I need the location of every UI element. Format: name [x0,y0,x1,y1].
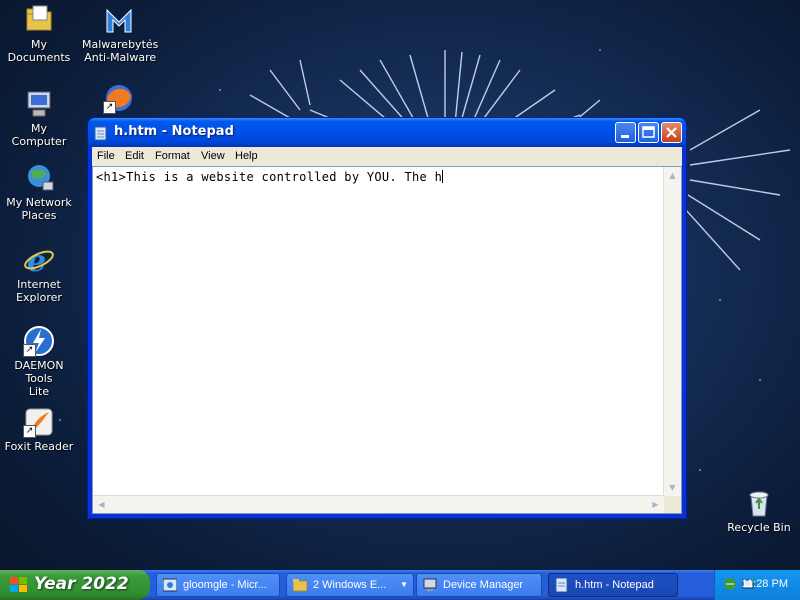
desktop-icon-label-line2: Places [21,209,57,222]
desktop-icon-my-network-places[interactable]: My Network Places [0,162,78,222]
desktop-icon-label-line1: DAEMON Tools [14,359,64,385]
menu-file[interactable]: File [97,150,115,162]
tray-network-icon[interactable] [723,577,737,594]
scroll-up-arrow-icon[interactable]: ▲ [664,167,681,184]
foxit-reader-icon: ↗ [23,406,55,438]
notepad-window[interactable]: h.htm - Notepad File Edit Format View He… [88,118,686,518]
close-icon [666,127,677,138]
menu-help[interactable]: Help [235,150,258,162]
desktop-icon-label-line2: Explorer [16,291,62,304]
horizontal-scrollbar[interactable]: ◀ ▶ [93,495,664,513]
menu-edit[interactable]: Edit [125,150,144,162]
desktop-icon-daemon-tools[interactable]: ↗ DAEMON Tools Lite [0,325,78,398]
desktop-icon-internet-explorer[interactable]: e Internet Explorer [0,244,78,304]
shortcut-arrow-icon: ↗ [103,101,116,114]
desktop-icon-label: Foxit Reader [4,440,74,453]
desktop-icon-label-line2: Lite [28,385,50,398]
text-editor[interactable]: <h1>This is a website controlled by YOU.… [92,166,682,514]
svg-text:e: e [27,244,46,276]
desktop-icon-label-line2: Anti-Malware [84,51,157,64]
taskbar-button-notepad[interactable]: h.htm - Notepad [548,573,678,597]
desktop-icon-malwarebytes[interactable]: Malwarebytes Anti-Malware [80,4,158,64]
start-label: Year 2022 [34,574,129,594]
recycle-bin-icon [743,487,775,519]
taskbar-button-device-manager[interactable]: Device Manager [416,573,542,597]
desktop-icon-my-documents[interactable]: My Documents [0,4,78,64]
desktop-icon-firefox[interactable]: ↗ [80,82,158,116]
firefox-icon: ↗ [103,82,135,114]
windows-logo-icon [10,577,28,593]
minimize-button[interactable] [615,122,636,143]
computer-icon [23,88,55,120]
scroll-right-arrow-icon[interactable]: ▶ [647,496,664,513]
browser-icon [162,578,178,592]
desktop-icon-label-line1: Internet [17,278,61,291]
notepad-icon [94,125,108,141]
desktop-icon-label: My Computer [11,122,67,148]
scroll-down-arrow-icon[interactable]: ▼ [664,479,681,496]
device-manager-icon [423,578,437,592]
desktop-icon-label-line1: Malwarebytes [82,38,159,51]
network-places-icon [23,162,55,194]
minimize-icon [621,135,629,138]
vertical-scrollbar[interactable]: ▲ ▼ [663,167,681,496]
desktop-icon-label-line1: My Network [6,196,72,209]
menu-format[interactable]: Format [155,150,190,162]
maximize-icon [642,126,655,138]
notepad-icon [555,577,569,593]
menu-view[interactable]: View [201,150,225,162]
taskbar-button-browser[interactable]: gloomgle - Micr... [156,573,280,597]
daemon-tools-icon: ↗ [23,325,55,357]
editor-content: <h1>This is a website controlled by YOU.… [96,170,443,184]
malwarebytes-icon [103,4,135,36]
window-title: h.htm - Notepad [114,124,234,139]
desktop-icon-recycle-bin[interactable]: Recycle Bin [720,487,798,534]
maximize-button[interactable] [638,122,659,143]
system-tray: 11:28 PM [714,570,800,600]
taskbar-button-label: h.htm - Notepad [575,579,654,591]
folder-icon [23,4,55,36]
shortcut-arrow-icon: ↗ [23,425,36,438]
taskbar-button-label: 2 Windows E... [313,579,387,591]
desktop-icon-foxit-reader[interactable]: ↗ Foxit Reader [0,406,78,453]
scroll-left-arrow-icon[interactable]: ◀ [93,496,110,513]
menu-bar: File Edit Format View Help [92,147,682,166]
taskbar-button-label: Device Manager [443,579,524,591]
shortcut-arrow-icon: ↗ [23,344,36,357]
taskbar: Year 2022 gloomgle - Micr... 2 Windows E… [0,570,800,600]
folder-icon [292,578,308,592]
text-caret [442,170,444,183]
desktop-icon-label: My Documents [7,38,71,64]
window-titlebar[interactable]: h.htm - Notepad [88,118,686,147]
desktop-icon-label: Recycle Bin [727,521,791,534]
desktop: My Documents Malwarebytes Anti-Malware My… [0,0,800,570]
chevron-down-icon[interactable]: ▼ [400,580,408,589]
close-button[interactable] [661,122,682,143]
start-button[interactable]: Year 2022 [0,570,150,600]
desktop-icon-my-computer[interactable]: My Computer [0,88,78,148]
taskbar-button-windows-explorer[interactable]: 2 Windows E... ▼ [286,573,414,597]
taskbar-button-label: gloomgle - Micr... [183,579,267,591]
internet-explorer-icon: e [23,244,55,279]
clock[interactable]: 11:28 PM [742,578,788,590]
scroll-corner [664,496,681,513]
